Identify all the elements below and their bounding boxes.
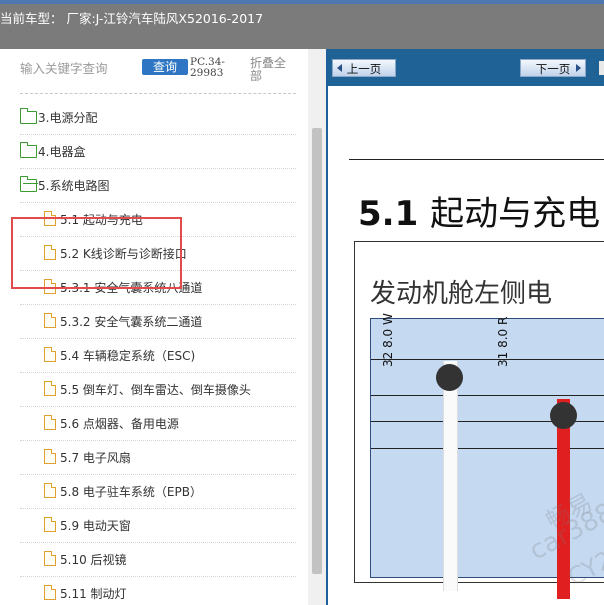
document-icon <box>44 313 56 328</box>
tree-item-label: 5.10 后视镜 <box>60 553 127 567</box>
document-icon <box>44 551 56 566</box>
scrollbar-thumb[interactable] <box>312 128 322 574</box>
arrow-right-icon <box>576 64 581 72</box>
search-input[interactable] <box>14 57 142 79</box>
tree-item[interactable]: 5.5 倒车灯、倒车雷达、倒车摄像头 <box>20 372 296 407</box>
tree-folder-label: 3.电源分配 <box>38 111 98 125</box>
page-rule <box>349 159 604 160</box>
tree-item[interactable]: 5.11 制动灯 <box>20 576 296 605</box>
bus-line <box>371 359 604 360</box>
viewer-toolbar: 上一页 下一页 <box>326 49 604 86</box>
document-icon <box>44 517 56 532</box>
tree-item-label: 5.3.2 安全气囊系统二通道 <box>60 315 203 329</box>
arrow-left-icon <box>337 64 342 72</box>
next-page-button[interactable]: 下一页 <box>520 59 586 77</box>
query-button[interactable]: 查询 <box>142 59 188 75</box>
tree-folder-label: 4.电器盒 <box>38 145 86 159</box>
tree-item-label: 5.4 车辆稳定系统（ESC) <box>60 349 196 363</box>
white-wire <box>443 361 458 591</box>
previous-page-button[interactable]: 上一页 <box>332 59 396 77</box>
tree-item[interactable]: 5.3.2 安全气囊系统二通道 <box>20 304 296 339</box>
document-icon <box>44 415 56 430</box>
tree-item-label: 5.8 电子驻车系统（EPB） <box>60 485 202 499</box>
section-number: 5.1 <box>358 194 419 234</box>
tree-item[interactable]: 5.6 点烟器、备用电源 <box>20 406 296 441</box>
document-icon <box>44 483 56 498</box>
connection-point <box>436 364 463 391</box>
diagram-title: 发动机舱左侧电 <box>370 279 553 309</box>
tree-item-label: 5.9 电动天窗 <box>60 519 131 533</box>
current-vehicle-label: 当前车型： 厂家:J-江铃汽车陆风X52016-2017 <box>0 11 264 26</box>
selection-highlight-box <box>11 217 182 289</box>
tree-folder[interactable]: 4.电器盒 <box>20 134 296 169</box>
collapse-all-button[interactable]: 折叠全部 <box>250 57 290 83</box>
tree-item[interactable]: 5.9 电动天窗 <box>20 508 296 543</box>
navigation-panel: 查询 PC.34-29983 折叠全部 3.电源分配 4.电器盒 5.系统电路图… <box>0 49 326 605</box>
tree-item-label: 5.6 点烟器、备用电源 <box>60 417 179 431</box>
wire-label: 31 8.0 R <box>496 316 510 367</box>
document-icon <box>44 381 56 396</box>
folder-open-icon <box>20 176 37 192</box>
top-header-bar: 当前车型： 厂家:J-江铃汽车陆风X52016-2017 <box>0 0 604 49</box>
document-viewer: 上一页 下一页 5.1 起动与充电 发动机舱左侧电 32 8.0 W 31 8.… <box>326 49 604 605</box>
section-title: 5.1 起动与充电 <box>358 186 600 235</box>
toolbar-overflow-button[interactable] <box>599 61 604 75</box>
bus-line <box>371 395 604 396</box>
folder-icon <box>20 142 37 158</box>
next-page-label: 下一页 <box>535 62 571 76</box>
wire-label: 32 8.0 W <box>381 313 395 367</box>
tree-item-label: 5.5 倒车灯、倒车雷达、倒车摄像头 <box>60 383 251 397</box>
title-strip <box>0 0 604 4</box>
connection-point <box>550 402 577 429</box>
folder-icon <box>20 108 37 124</box>
tree-folder-expanded[interactable]: 5.系统电路图 <box>20 168 296 203</box>
tree-item[interactable]: 5.8 电子驻车系统（EPB） <box>20 474 296 509</box>
document-icon <box>44 585 56 600</box>
tree-item[interactable]: 5.4 车辆稳定系统（ESC) <box>20 338 296 373</box>
tree-folder-label: 5.系统电路图 <box>38 179 110 193</box>
tree-folder[interactable]: 3.电源分配 <box>20 100 296 135</box>
document-icon <box>44 347 56 362</box>
tree-item-label: 5.11 制动灯 <box>60 587 127 601</box>
section-name: 起动与充电 <box>430 194 601 234</box>
document-icon <box>44 449 56 464</box>
tree-item[interactable]: 5.7 电子风扇 <box>20 440 296 475</box>
tree-item-label: 5.7 电子风扇 <box>60 451 131 465</box>
tree-item[interactable]: 5.10 后视镜 <box>20 542 296 577</box>
previous-page-label: 上一页 <box>346 62 382 76</box>
divider <box>20 93 296 94</box>
document-code: PC.34-29983 <box>190 56 225 79</box>
